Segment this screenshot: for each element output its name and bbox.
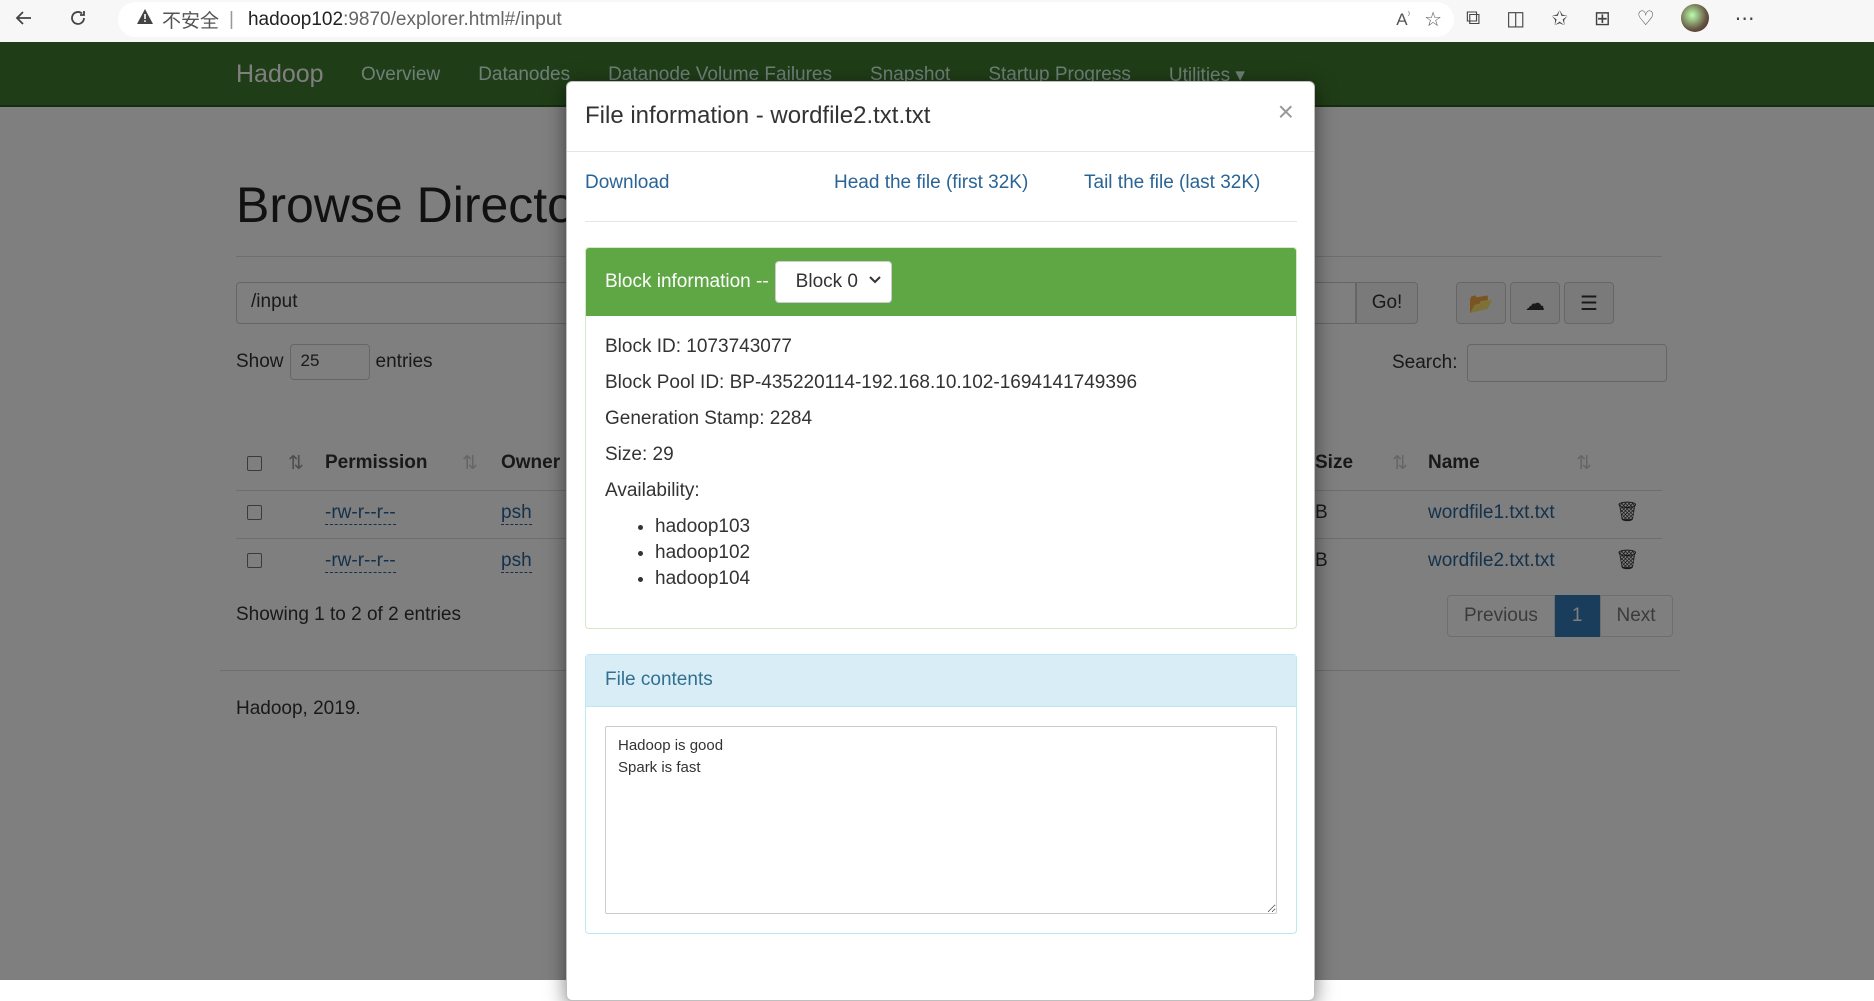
block-info-body: Block ID: 1073743077 Block Pool ID: BP-4… [586,316,1296,614]
block-size: Size: 29 [605,444,674,465]
modal-divider [585,221,1297,222]
back-icon[interactable] [4,0,44,36]
availability-label: Availability: [605,480,700,501]
head-file-link[interactable]: Head the file (first 32K) [834,172,1028,194]
extensions-icon[interactable]: ⧉ [1466,7,1480,30]
more-menu-icon[interactable]: ⋯ [1735,6,1755,31]
refresh-icon[interactable] [58,0,98,36]
block-info-header: Block information -- Block 0 [586,248,1296,316]
warning-icon [136,8,154,32]
address-bar[interactable]: 不安全 | hadoop102:9870/explorer.html#/inpu… [118,2,1454,37]
availability-host: hadoop102 [655,542,1277,564]
block-info-panel: Block information -- Block 0 Block ID: 1… [585,247,1297,629]
file-contents-textarea[interactable]: Hadoop is good Spark is fast [605,726,1277,914]
block-pool-id: Block Pool ID: BP-435220114-192.168.10.1… [605,372,1138,393]
block-info-label: Block information -- [605,271,769,292]
download-link[interactable]: Download [585,172,670,194]
close-icon[interactable]: × [1278,96,1294,128]
profile-avatar[interactable] [1680,4,1709,32]
modal-title: File information - wordfile2.txt.txt [585,102,931,129]
favorite-star-icon[interactable]: ☆ [1424,7,1442,32]
browser-essentials-icon[interactable]: ♡ [1637,6,1655,31]
url-host: hadoop102 [247,8,344,30]
block-select[interactable]: Block 0 [774,261,892,303]
block-id: Block ID: 1073743077 [605,336,792,357]
file-info-modal: File information - wordfile2.txt.txt × D… [566,81,1315,1001]
browser-toolbar: 不安全 | hadoop102:9870/explorer.html#/inpu… [0,0,1874,42]
file-contents-panel: File contents Hadoop is good Spark is fa… [585,654,1297,934]
availability-host: hadoop103 [655,516,1277,538]
generation-stamp: Generation Stamp: 2284 [605,408,813,429]
modal-header: File information - wordfile2.txt.txt × [567,82,1314,152]
block-select-value: Block 0 [795,271,858,292]
insecure-label: 不安全 [162,11,220,32]
availability-list: hadoop103 hadoop102 hadoop104 [605,516,1277,590]
split-screen-icon[interactable]: ◫ [1506,6,1525,31]
url-separator: | [229,8,234,30]
favorites-icon[interactable]: ✩ [1551,6,1568,31]
url-path: :9870/explorer.html#/input [343,8,562,30]
chevron-down-icon [868,274,881,289]
read-aloud-icon[interactable]: A⁾ [1396,10,1410,30]
tail-file-link[interactable]: Tail the file (last 32K) [1084,172,1260,194]
collections-icon[interactable]: ⊞ [1594,6,1611,31]
file-contents-header: File contents [586,655,1296,707]
availability-host: hadoop104 [655,568,1277,590]
